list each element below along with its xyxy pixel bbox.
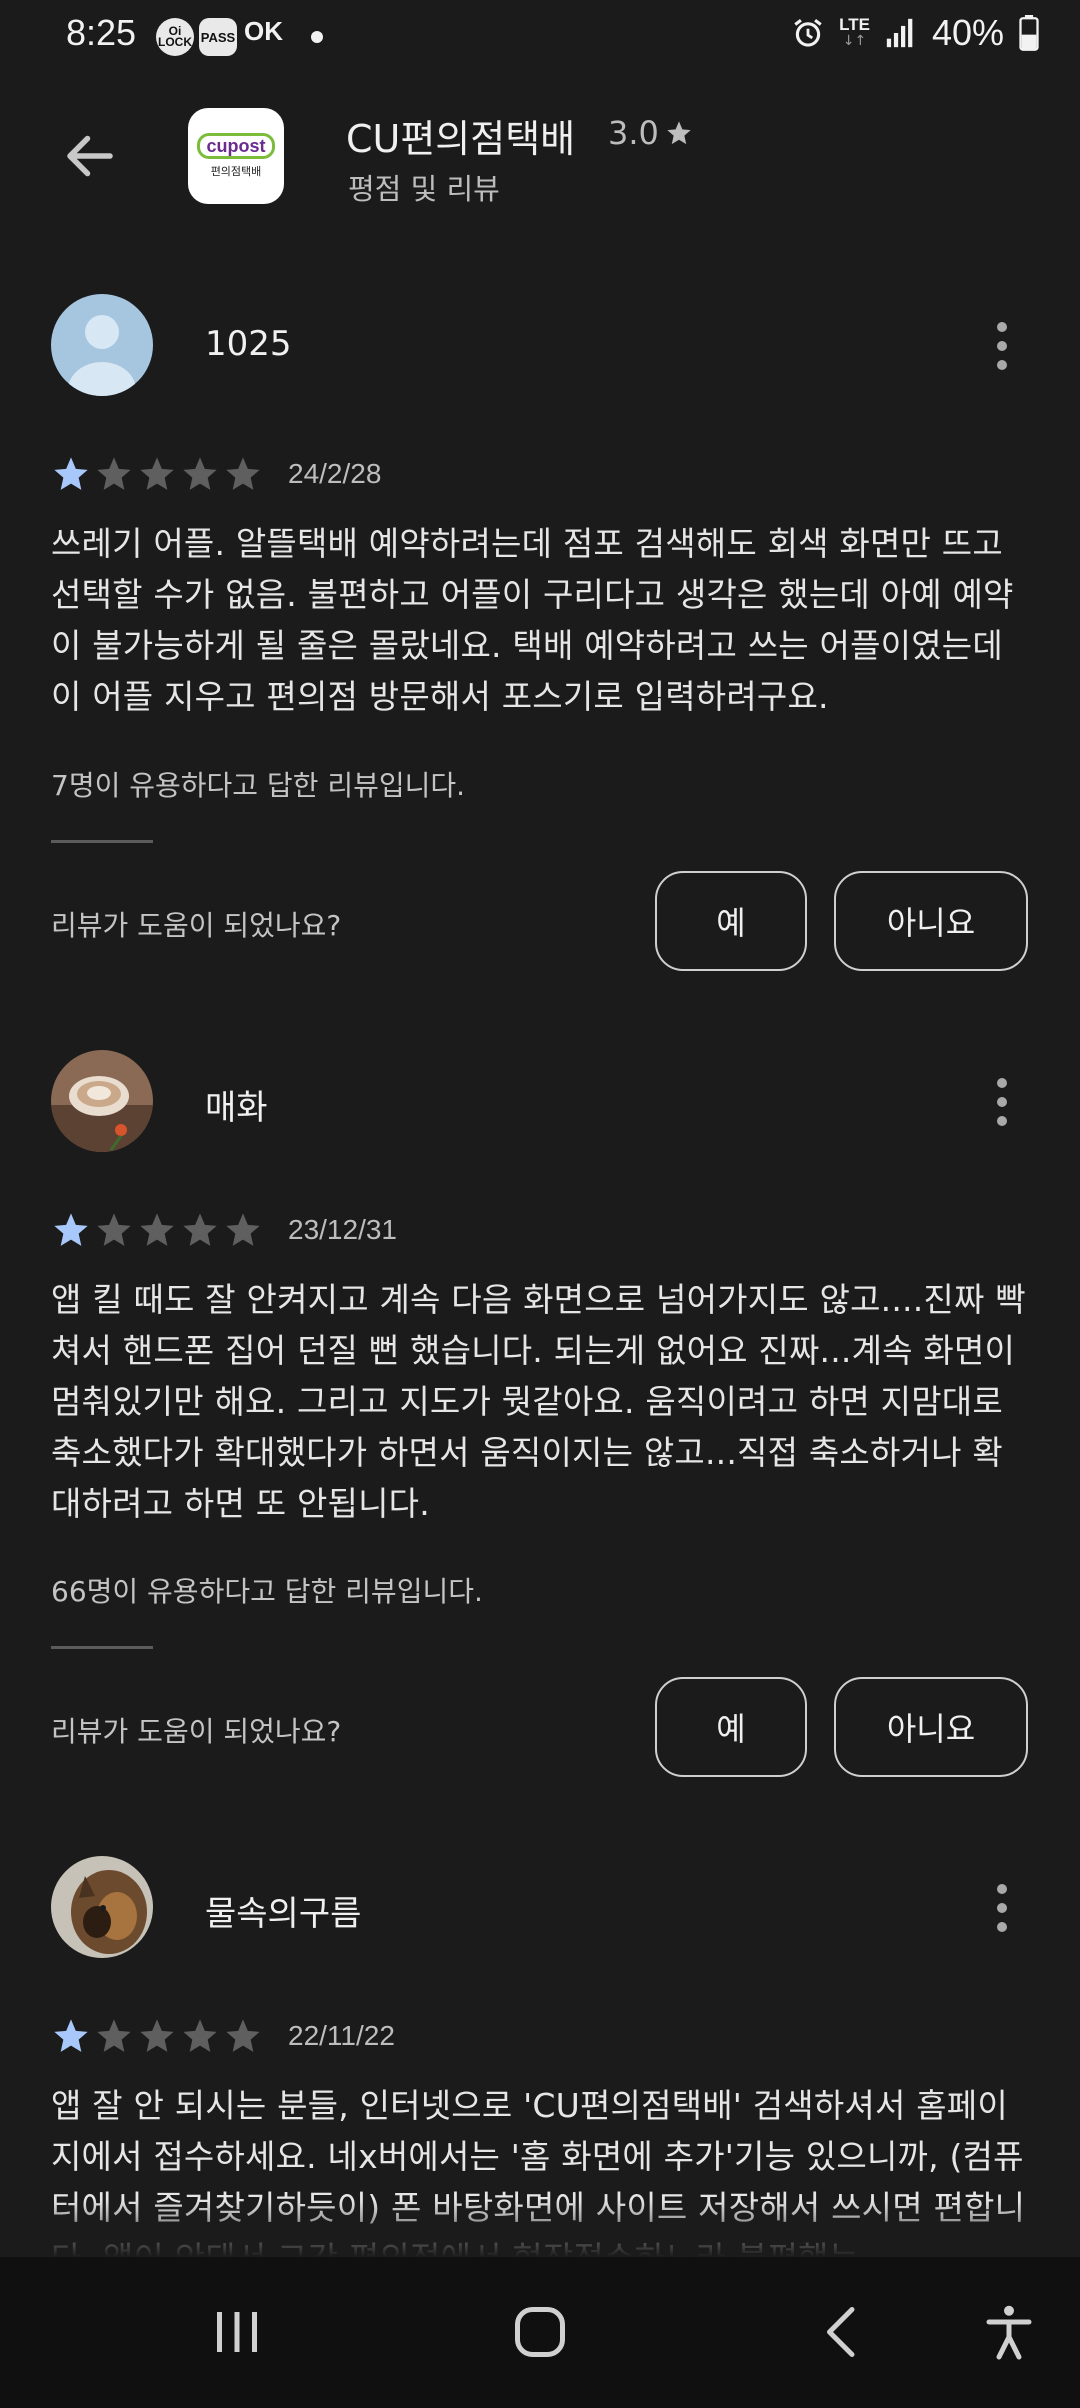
screen: 8:25 Oi LOCK PASS OK LTE ↓↑ 40% cupost 편… — [0, 0, 1080, 2408]
star-empty-icon — [183, 457, 217, 490]
star-rating: 22/11/22 — [51, 2016, 395, 2056]
coffee-photo-avatar — [51, 1050, 153, 1152]
battery-percent: 40% — [931, 12, 1004, 53]
status-bar: 8:25 Oi LOCK PASS OK LTE ↓↑ 40% — [0, 0, 1080, 72]
avatar — [51, 294, 153, 396]
helpful-no-button[interactable]: 아니요 — [834, 1677, 1028, 1777]
reviewer-name: 매화 — [205, 1088, 268, 1128]
app-title: CU편의점택배 — [346, 117, 576, 161]
back-icon — [827, 2307, 855, 2357]
pass-app-icon: PASS — [199, 18, 237, 56]
logo-subtext: 편의점택배 — [210, 165, 262, 178]
lte-icon: LTE ↓↑ — [839, 15, 870, 49]
divider — [51, 840, 153, 843]
helpful-yes-button[interactable]: 예 — [655, 871, 807, 971]
helpful-yes-button[interactable]: 예 — [655, 1677, 807, 1777]
review-date: 24/2/28 — [288, 458, 382, 489]
star-filled-icon — [54, 1213, 88, 1246]
recent-apps-icon — [217, 2312, 257, 2352]
ok-app-icon: OK — [244, 16, 283, 46]
star-filled-icon — [54, 457, 88, 490]
alarm-icon — [794, 19, 822, 47]
app-header: cupost 편의점택배 CU편의점택배 3.0 평점 및 리뷰 — [0, 90, 1080, 220]
star-empty-icon — [226, 1213, 260, 1246]
star-empty-icon — [226, 2019, 260, 2052]
star-empty-icon — [97, 457, 131, 490]
back-button[interactable] — [54, 120, 126, 192]
star-empty-icon — [140, 1213, 174, 1246]
star-filled-icon — [54, 2019, 88, 2052]
star-empty-icon — [183, 2019, 217, 2052]
system-nav-bar — [0, 2257, 1080, 2408]
review-text: 쓰레기 어플. 알뜰택배 예약하려는데 점포 검색해도 회색 화면만 뜨고 선택… — [51, 524, 1014, 716]
more-options-button[interactable] — [980, 1074, 1024, 1130]
status-time: 8:25 — [66, 12, 137, 53]
accessibility-button[interactable] — [964, 2287, 1054, 2377]
helpful-count: 7명이 유용하다고 답한 리뷰입니다. — [51, 769, 466, 802]
rating-value: 3.0 — [608, 114, 659, 152]
star-empty-icon — [97, 2019, 131, 2052]
review-text: 앱 킬 때도 잘 안켜지고 계속 다음 화면으로 넘어가지도 않고....진짜 … — [51, 1280, 1026, 1523]
star-empty-icon — [140, 2019, 174, 2052]
page-subtitle: 평점 및 리뷰 — [348, 172, 500, 206]
home-button[interactable] — [495, 2287, 585, 2377]
avatar — [51, 1856, 153, 1958]
home-icon — [515, 2307, 565, 2357]
star-rating: 23/12/31 — [51, 1210, 397, 1250]
reviewer-name: 1025 — [205, 324, 292, 364]
star-icon — [667, 121, 691, 145]
scroll-fade — [0, 2200, 1080, 2257]
divider — [51, 1646, 153, 1649]
avatar — [51, 1050, 153, 1152]
status-right: LTE ↓↑ 40% — [791, 12, 1040, 54]
star-empty-icon — [140, 457, 174, 490]
star-rating: 24/2/28 — [51, 454, 381, 494]
more-options-button[interactable] — [980, 318, 1024, 374]
cat-photo-avatar — [51, 1856, 153, 1958]
logo-text: cupost — [197, 133, 275, 159]
notification-dot-icon — [311, 31, 323, 43]
lock-app-icon: Oi LOCK — [156, 18, 194, 56]
more-options-button[interactable] — [980, 1880, 1024, 1936]
star-empty-icon — [226, 457, 260, 490]
helpful-no-button[interactable]: 아니요 — [834, 871, 1028, 971]
recent-apps-button[interactable] — [192, 2287, 282, 2377]
helpful-count: 66명이 유용하다고 답한 리뷰입니다. — [51, 1575, 483, 1608]
review-date: 23/12/31 — [288, 1214, 397, 1245]
system-back-button[interactable] — [797, 2287, 887, 2377]
star-empty-icon — [183, 1213, 217, 1246]
arrow-left-icon — [67, 135, 113, 177]
default-avatar-icon — [51, 294, 153, 396]
reviewer-name: 물속의구름 — [205, 1894, 362, 1934]
signal-icon — [886, 18, 913, 48]
app-rating: 3.0 — [608, 114, 693, 152]
star-empty-icon — [97, 1213, 131, 1246]
accessibility-icon — [986, 2305, 1032, 2360]
review-date: 22/11/22 — [288, 2020, 395, 2051]
helpful-question: 리뷰가 도움이 되었나요? — [51, 909, 342, 942]
battery-icon — [1019, 15, 1039, 51]
app-logo: cupost 편의점택배 — [188, 108, 284, 204]
helpful-question: 리뷰가 도움이 되었나요? — [51, 1715, 342, 1748]
